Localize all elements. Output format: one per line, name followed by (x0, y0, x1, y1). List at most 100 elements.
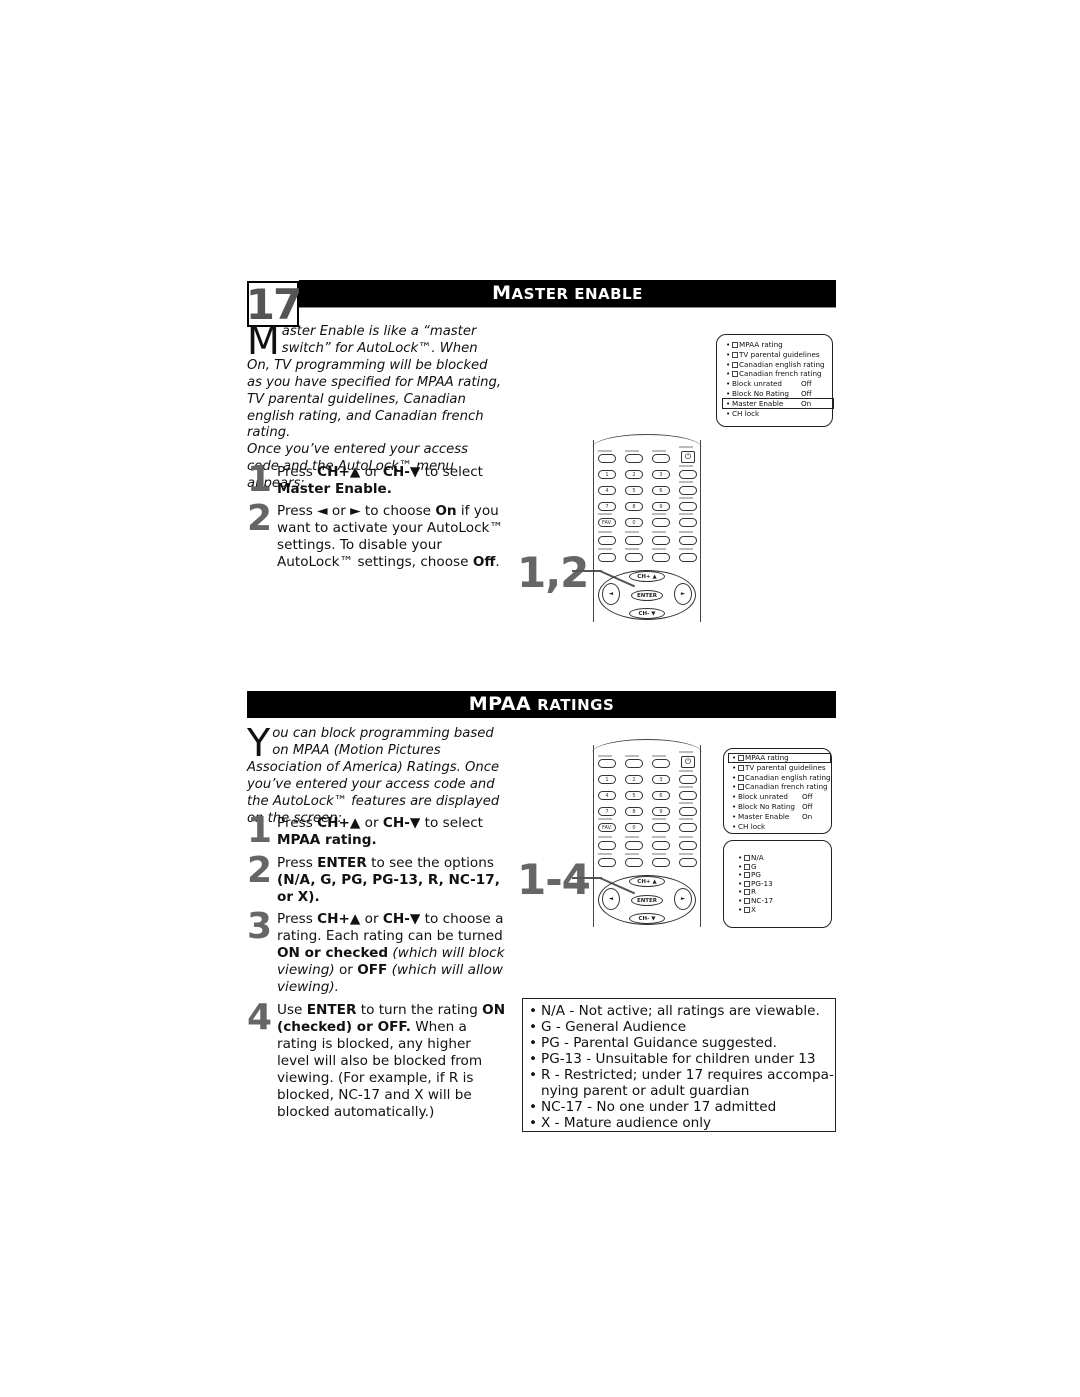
menu-item-value: On (802, 811, 813, 821)
menu-item-label: Canadian english rating (745, 772, 831, 782)
remote-button[interactable] (652, 454, 670, 463)
remote-button[interactable] (679, 553, 697, 562)
digit-button-5[interactable]: 5 (625, 791, 643, 800)
checkbox-icon (732, 361, 738, 368)
digit-button-2[interactable]: 2 (625, 470, 643, 479)
remote-button[interactable] (598, 553, 616, 562)
menu-item-label: Master Enable (738, 811, 790, 821)
remote-button[interactable] (625, 553, 643, 562)
right-arrow-button[interactable]: ► (674, 888, 692, 910)
remote-button[interactable] (679, 518, 697, 527)
power-button[interactable]: ⏻ (681, 451, 695, 463)
fav-button[interactable]: FAV. (598, 823, 616, 832)
remote-button[interactable] (625, 454, 643, 463)
button-caption (679, 481, 693, 483)
digit-button-8[interactable]: 8 (625, 807, 643, 816)
remote-button[interactable] (652, 823, 670, 832)
digit-button-8[interactable]: 8 (625, 502, 643, 511)
channel-up-button[interactable]: CH+ ▲ (629, 876, 665, 887)
digit-button-6[interactable]: 6 (652, 486, 670, 495)
channel-down-button[interactable]: CH- ▼ (629, 608, 665, 619)
fav-button[interactable]: FAV. (598, 518, 616, 527)
remote-button[interactable] (679, 841, 697, 850)
remote-button[interactable] (598, 759, 616, 768)
remote-button[interactable] (598, 536, 616, 545)
remote-button[interactable] (679, 502, 697, 511)
button-caption (652, 548, 666, 550)
digit-button-9[interactable]: 9 (652, 502, 670, 511)
remote-button[interactable] (625, 759, 643, 768)
digit-button-7[interactable]: 7 (598, 502, 616, 511)
remote-button[interactable] (652, 553, 670, 562)
digit-button-1[interactable]: 1 (598, 775, 616, 784)
remote-button[interactable] (598, 841, 616, 850)
step-text: Press CH+▲ or CH-▼ to choose a rating. E… (277, 911, 505, 995)
digit-button-4[interactable]: 4 (598, 791, 616, 800)
remote-button[interactable] (625, 536, 643, 545)
mpaa-rating-options-screen: • N/A • G • PG • PG-13 • R • NC-17 • X (723, 840, 832, 928)
digit-button-3[interactable]: 3 (652, 470, 670, 479)
remote-control: ⏻ 1 2 3 4 5 6 7 8 9 FAV. 0 CH+ ▲ ENTER CH- ▼ ◄ ► (592, 434, 702, 622)
button-caption (652, 513, 666, 515)
digit-button-5[interactable]: 5 (625, 486, 643, 495)
selection-highlight (722, 398, 834, 409)
remote-button[interactable] (679, 823, 697, 832)
button-caption (679, 513, 693, 515)
remote-button[interactable] (652, 841, 670, 850)
button-caption (625, 450, 639, 452)
remote-button[interactable] (652, 858, 670, 867)
mpaa-intro: You can block programming based on MPAA … (247, 724, 503, 827)
enter-button[interactable]: ENTER (631, 590, 663, 601)
header-initial: MPAA (468, 693, 532, 715)
button-caption (679, 836, 693, 838)
remote-button[interactable] (679, 791, 697, 800)
remote-button[interactable] (679, 536, 697, 545)
left-arrow-button[interactable]: ◄ (602, 888, 620, 910)
menu-item: • Canadian english rating (732, 773, 831, 783)
channel-down-button[interactable]: CH- ▼ (629, 913, 665, 924)
remote-button[interactable] (652, 536, 670, 545)
button-caption (652, 755, 666, 757)
remote-button[interactable] (598, 454, 616, 463)
digit-button-0[interactable]: 0 (625, 823, 643, 832)
digit-button-4[interactable]: 4 (598, 486, 616, 495)
remote-button[interactable] (598, 858, 616, 867)
menu-item: • Block unrated (726, 379, 782, 389)
remote-button[interactable] (679, 775, 697, 784)
remote-button[interactable] (652, 518, 670, 527)
dropcap: M (247, 319, 280, 363)
digit-button-3[interactable]: 3 (652, 775, 670, 784)
button-caption (679, 531, 693, 533)
digit-button-1[interactable]: 1 (598, 470, 616, 479)
menu-item-label: Canadian french rating (739, 369, 822, 379)
digit-button-2[interactable]: 2 (625, 775, 643, 784)
step-text: Press CH+▲ or CH-▼ to select Master Enab… (277, 464, 484, 497)
digit-button-6[interactable]: 6 (652, 791, 670, 800)
bullet: • (529, 1067, 538, 1083)
button-caption (679, 818, 693, 820)
digit-button-9[interactable]: 9 (652, 807, 670, 816)
digit-button-7[interactable]: 7 (598, 807, 616, 816)
checkbox-icon (732, 371, 738, 378)
header-rest: RATINGS (537, 696, 615, 714)
right-arrow-button[interactable]: ► (674, 583, 692, 605)
remote-button[interactable] (652, 759, 670, 768)
header-underline (299, 307, 836, 308)
remote-button[interactable] (679, 858, 697, 867)
left-arrow-button[interactable]: ◄ (602, 583, 620, 605)
menu-item-label: Canadian english rating (739, 359, 825, 369)
step-num: 2 (247, 850, 273, 891)
menu-item-label: Block unrated (738, 792, 788, 802)
remote-button[interactable] (679, 807, 697, 816)
remote-button[interactable] (625, 858, 643, 867)
digit-button-0[interactable]: 0 (625, 518, 643, 527)
power-button[interactable]: ⏻ (681, 756, 695, 768)
remote-button[interactable] (679, 486, 697, 495)
remote-button[interactable] (625, 841, 643, 850)
channel-up-button[interactable]: CH+ ▲ (629, 571, 665, 582)
mpaa-step-4: 4 Use ENTER to turn the rating ON (check… (247, 1000, 507, 1121)
button-caption (598, 818, 612, 820)
callout-label: 1-4 (517, 855, 591, 904)
enter-button[interactable]: ENTER (631, 895, 663, 906)
remote-button[interactable] (679, 470, 697, 479)
